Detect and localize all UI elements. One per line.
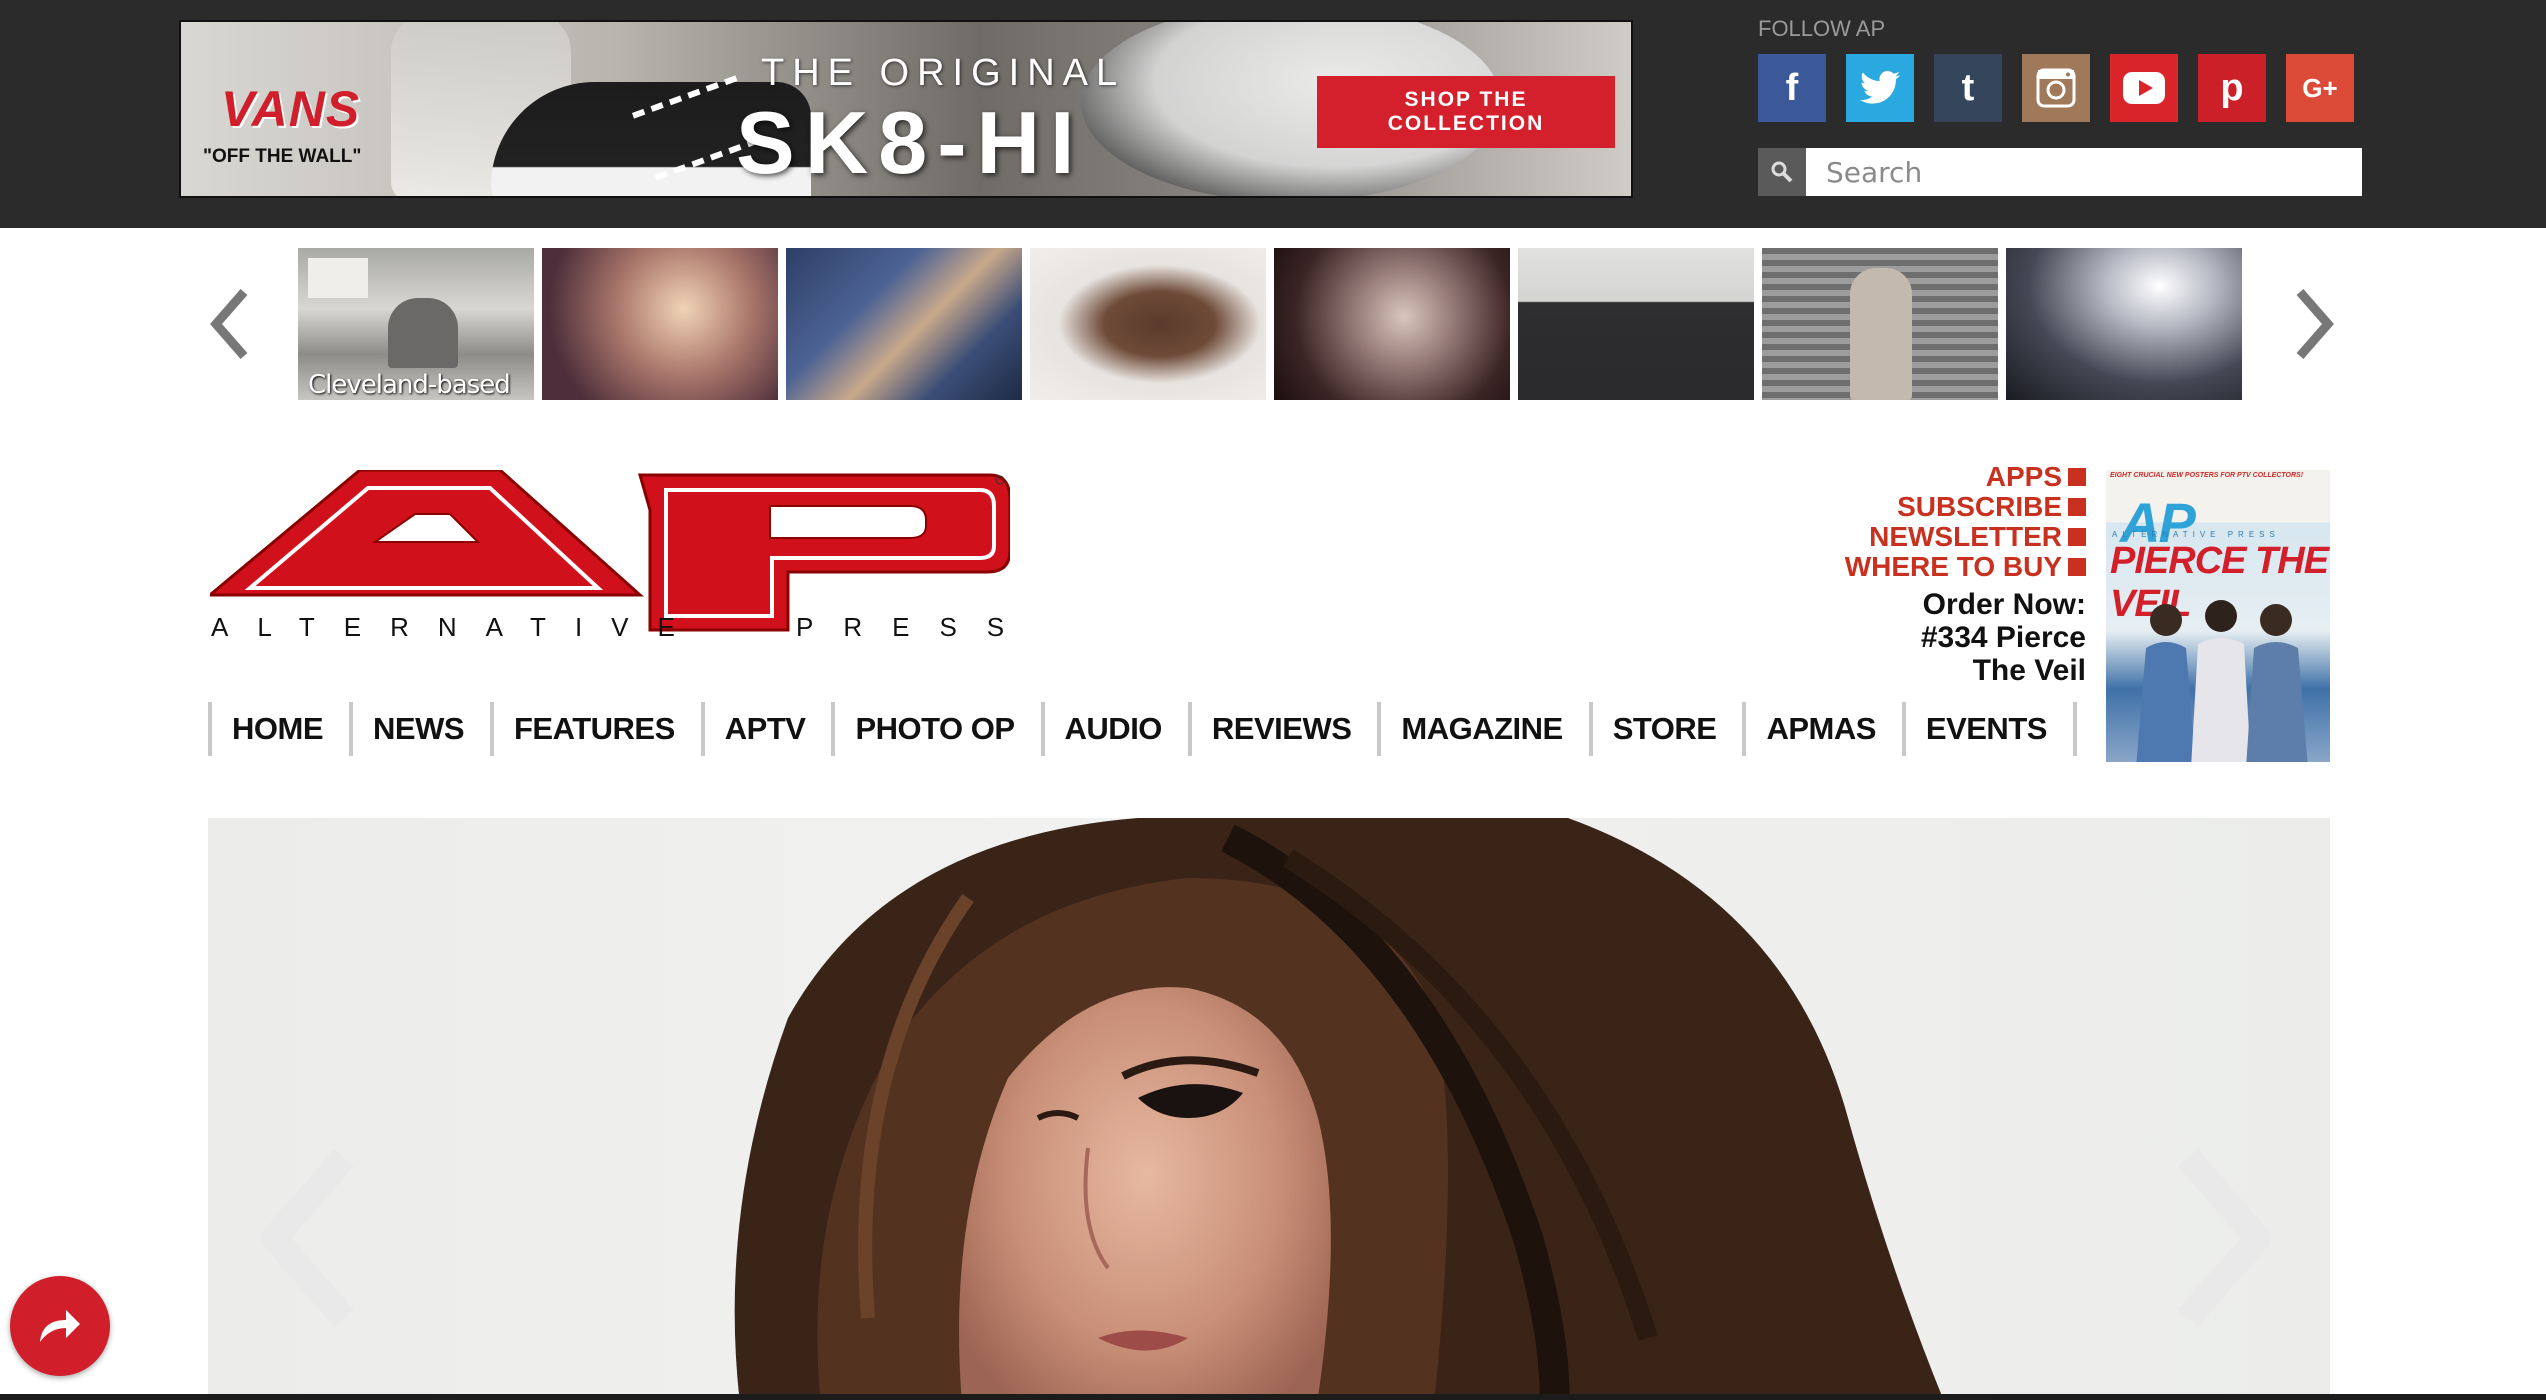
nav-apmas[interactable]: APMAS xyxy=(1742,702,1901,756)
instagram-icon[interactable] xyxy=(2022,54,2090,122)
hero-prev-arrow[interactable] xyxy=(254,1148,364,1328)
search-box xyxy=(1758,148,2362,196)
carousel-thumbnail[interactable] xyxy=(2006,248,2242,400)
search-icon[interactable] xyxy=(1758,148,1806,196)
nav-home[interactable]: HOME xyxy=(208,702,349,756)
order-now-link[interactable]: Order Now: #334 Pierce The Veil xyxy=(1826,588,2086,687)
share-arrow-icon xyxy=(40,1310,80,1342)
carousel-thumbnail[interactable] xyxy=(1762,248,1998,400)
nav-photo-op[interactable]: PHOTO OP xyxy=(831,702,1040,756)
carousel-thumbnail[interactable] xyxy=(1274,248,1510,400)
carousel-thumbnail[interactable] xyxy=(1030,248,1266,400)
nav-reviews[interactable]: REVIEWS xyxy=(1187,702,1377,756)
logo-subtitle-alternative: ALTERNATIVE xyxy=(211,612,704,642)
magazine-cover-photo xyxy=(2136,600,2308,762)
nav-audio[interactable]: AUDIO xyxy=(1040,702,1188,756)
top-bar: VANS "OFF THE WALL" THE ORIGINAL SK8-HI … xyxy=(0,0,2546,228)
carousel-thumbnail[interactable] xyxy=(542,248,778,400)
hero-slideshow[interactable] xyxy=(208,818,2330,1400)
pinterest-icon[interactable]: p xyxy=(2198,54,2266,122)
twitter-icon[interactable] xyxy=(1846,54,1914,122)
main-nav: HOME NEWS FEATURES APTV PHOTO OP AUDIO R… xyxy=(208,702,2077,756)
nav-store[interactable]: STORE xyxy=(1588,702,1743,756)
carousel-prev-arrow[interactable] xyxy=(200,284,260,364)
nav-features[interactable]: FEATURES xyxy=(490,702,701,756)
nav-news[interactable]: NEWS xyxy=(349,702,490,756)
youtube-icon[interactable] xyxy=(2110,54,2178,122)
where-to-buy-link[interactable]: WHERE TO BUY xyxy=(1845,552,2086,582)
tumblr-icon[interactable]: t xyxy=(1934,54,2002,122)
hero-next-arrow[interactable] xyxy=(2168,1148,2278,1328)
shop-collection-button[interactable]: SHOP THE COLLECTION xyxy=(1317,76,1615,148)
nav-divider xyxy=(2072,702,2077,756)
bottom-edge-bar xyxy=(0,1394,2546,1400)
ad-headline-big: SK8-HI xyxy=(736,93,1085,192)
social-links: f t p G+ xyxy=(1758,54,2354,122)
google-plus-icon[interactable]: G+ xyxy=(2286,54,2354,122)
nav-events[interactable]: EVENTS xyxy=(1901,702,2073,756)
nav-aptv[interactable]: APTV xyxy=(700,702,832,756)
apps-link[interactable]: APPS xyxy=(1845,462,2086,492)
nav-magazine[interactable]: MAGAZINE xyxy=(1377,702,1588,756)
hero-image xyxy=(734,818,1944,1400)
share-button[interactable] xyxy=(10,1276,110,1376)
quick-links: APPS SUBSCRIBE NEWSLETTER WHERE TO BUY xyxy=(1845,462,2086,582)
follow-label: FOLLOW AP xyxy=(1758,16,1886,41)
magazine-cover-subtitle: ALTERNATIVE PRESS xyxy=(2112,530,2280,539)
carousel-thumbnail[interactable]: Cleveland-based xyxy=(298,248,534,400)
magazine-cover-top-text: EIGHT CRUCIAL NEW POSTERS FOR PTV COLLEC… xyxy=(2110,472,2304,479)
search-input[interactable] xyxy=(1826,148,2346,196)
vans-ad-banner[interactable]: VANS "OFF THE WALL" THE ORIGINAL SK8-HI … xyxy=(179,20,1633,198)
thumbnail-caption: Cleveland-based xyxy=(308,370,511,400)
carousel-next-arrow[interactable] xyxy=(2284,284,2344,364)
ad-brand-logo: VANS xyxy=(221,81,361,137)
carousel-thumbnail[interactable] xyxy=(786,248,1022,400)
magazine-cover[interactable]: EIGHT CRUCIAL NEW POSTERS FOR PTV COLLEC… xyxy=(2106,470,2330,762)
ad-headline-small: THE ORIGINAL xyxy=(761,52,1126,94)
newsletter-link[interactable]: NEWSLETTER xyxy=(1845,522,2086,552)
facebook-icon[interactable]: f xyxy=(1758,54,1826,122)
logo-subtitle-press: PRESS xyxy=(796,612,1035,642)
ad-tagline: "OFF THE WALL" xyxy=(203,146,362,167)
subscribe-link[interactable]: SUBSCRIBE xyxy=(1845,492,2086,522)
carousel-thumbnail[interactable] xyxy=(1518,248,1754,400)
